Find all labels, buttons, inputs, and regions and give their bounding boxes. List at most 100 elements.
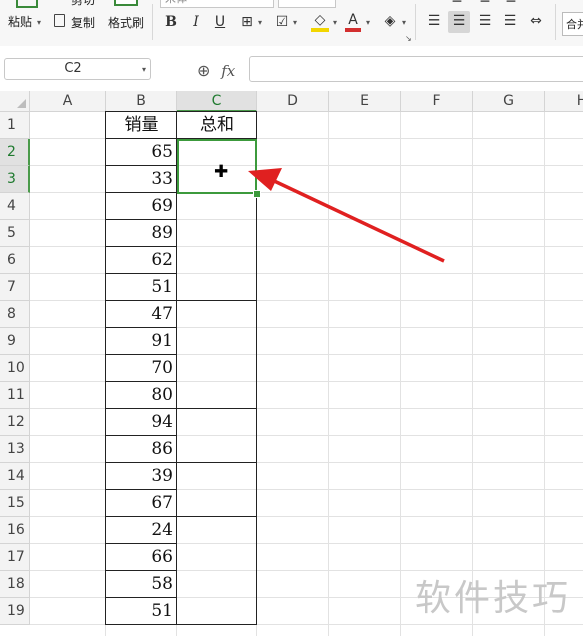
name-box-dropdown-icon[interactable]: ▾ (142, 65, 146, 74)
cell-border (105, 165, 176, 166)
column-header-c[interactable]: C (177, 91, 257, 112)
cell-border (176, 300, 257, 301)
column-header-g[interactable]: G (473, 91, 545, 112)
select-all-corner[interactable] (0, 91, 30, 112)
cell-b12[interactable]: 94 (106, 409, 177, 436)
column-header-b[interactable]: B (106, 91, 177, 112)
border-dropdown-icon[interactable]: ▾ (258, 18, 262, 27)
align-top-icon[interactable]: ≡ (448, 0, 466, 8)
cell-b18[interactable]: 58 (106, 571, 177, 598)
paste-dropdown-icon[interactable]: ▾ (37, 18, 41, 27)
cell-b10[interactable]: 70 (106, 355, 177, 382)
cell-b9[interactable]: 91 (106, 328, 177, 355)
column-header-d[interactable]: D (257, 91, 329, 112)
column-header-f[interactable]: F (401, 91, 473, 112)
merge-button[interactable]: 合并 (562, 12, 583, 36)
italic-icon[interactable]: I (187, 13, 205, 31)
cell-style-dropdown-icon[interactable]: ▾ (293, 18, 297, 27)
row-header-5[interactable]: 5 (0, 220, 30, 247)
cell-b5[interactable]: 89 (106, 220, 177, 247)
copy-button[interactable]: 复制 (53, 12, 103, 32)
row-header-8[interactable]: 8 (0, 301, 30, 328)
font-color-dropdown-icon[interactable]: ▾ (366, 18, 370, 27)
row-header-11[interactable]: 11 (0, 382, 30, 409)
fill-color-dropdown-icon[interactable]: ▾ (333, 18, 337, 27)
cell-border (105, 219, 176, 220)
cell-b4[interactable]: 69 (106, 193, 177, 220)
font-color-icon[interactable]: A (344, 11, 362, 29)
cell-b3[interactable]: 33 (106, 166, 177, 193)
fill-handle[interactable] (253, 190, 261, 198)
cell-b17[interactable]: 66 (106, 544, 177, 571)
row-header-7[interactable]: 7 (0, 274, 30, 301)
justify-icon[interactable]: ☰ (500, 12, 520, 30)
format-painter-label: 格式刷 (108, 16, 145, 30)
cell-b6[interactable]: 62 (106, 247, 177, 274)
name-box[interactable]: C2 ▾ (4, 58, 151, 80)
cell-style-icon[interactable]: ☑ (273, 13, 291, 31)
row-header-13[interactable]: 13 (0, 436, 30, 463)
cell-border (176, 516, 257, 517)
row-header-10[interactable]: 10 (0, 355, 30, 382)
cell-b2[interactable]: 65 (106, 139, 177, 166)
select-all-icon (17, 99, 26, 108)
copy-label: 复制 (71, 16, 96, 30)
distributed-icon[interactable]: ⇔ (526, 12, 546, 30)
cell-b19[interactable]: 51 (106, 598, 177, 625)
cut-button[interactable]: ✂ 剪切 (53, 0, 103, 7)
row-header-12[interactable]: 12 (0, 409, 30, 436)
font-settings-icon[interactable]: ↘ (405, 34, 412, 43)
row-header-1[interactable]: 1 (0, 112, 30, 139)
cell-b14[interactable]: 39 (106, 463, 177, 490)
row-header-18[interactable]: 18 (0, 571, 30, 598)
zoom-icon[interactable]: ⊕ (197, 61, 210, 80)
cell-b13[interactable]: 86 (106, 436, 177, 463)
cell-border (105, 354, 176, 355)
font-name-select[interactable]: 宋体 (160, 0, 274, 8)
column-header-a[interactable]: A (30, 91, 106, 112)
align-left-icon[interactable]: ☰ (424, 12, 444, 30)
align-middle-icon[interactable]: ≡ (476, 0, 494, 8)
cell-b11[interactable]: 80 (106, 382, 177, 409)
cell-b16[interactable]: 24 (106, 517, 177, 544)
paste-icon (16, 0, 38, 8)
align-right-icon[interactable]: ☰ (475, 12, 495, 30)
row-header-9[interactable]: 9 (0, 328, 30, 355)
align-bottom-icon[interactable]: ≡ (502, 0, 520, 8)
row-header-15[interactable]: 15 (0, 490, 30, 517)
bold-icon[interactable]: B (162, 13, 180, 31)
cell-b7[interactable]: 51 (106, 274, 177, 301)
column-header-e[interactable]: E (329, 91, 401, 112)
align-center-icon[interactable]: ☰ (449, 12, 469, 30)
underline-icon[interactable]: U (211, 13, 229, 31)
clear-dropdown-icon[interactable]: ▾ (402, 18, 406, 27)
row-header-6[interactable]: 6 (0, 247, 30, 274)
row-header-3[interactable]: 3 (0, 166, 30, 193)
font-size-select[interactable]: 11 (278, 0, 336, 8)
header-cell-b1[interactable]: 销量 (106, 112, 177, 139)
row-header-14[interactable]: 14 (0, 463, 30, 490)
spreadsheet-grid[interactable]: ABCDEFGH 1 2 3 4 5 6 7 8 9 10 11 12 13 14 15 16 17 18 19 销… (0, 91, 583, 636)
header-cell-c1[interactable]: 总和 (177, 112, 257, 139)
border-icon[interactable]: ⊞ (238, 13, 256, 31)
font-size-value: 11 (283, 0, 297, 3)
fill-color-icon[interactable]: ◇ (310, 11, 330, 29)
row-header-2[interactable]: 2 (0, 139, 30, 166)
cell-border (105, 381, 176, 382)
row-header-19[interactable]: 19 (0, 598, 30, 625)
cell-border (176, 624, 257, 625)
cut-label: 剪切 (71, 0, 96, 7)
row-header-17[interactable]: 17 (0, 544, 30, 571)
column-header-h[interactable]: H (545, 91, 583, 112)
merge-label: 合并 (566, 18, 583, 31)
formula-input[interactable] (249, 56, 583, 82)
cell-border (105, 192, 176, 193)
format-painter-button[interactable]: 格式刷 (106, 0, 148, 46)
fx-icon[interactable]: fx (221, 62, 235, 80)
clear-icon[interactable]: ◈ (381, 12, 399, 30)
paste-button[interactable]: 粘贴 ▾ (6, 0, 48, 46)
row-header-16[interactable]: 16 (0, 517, 30, 544)
cell-b8[interactable]: 47 (106, 301, 177, 328)
row-header-4[interactable]: 4 (0, 193, 30, 220)
cell-b15[interactable]: 67 (106, 490, 177, 517)
